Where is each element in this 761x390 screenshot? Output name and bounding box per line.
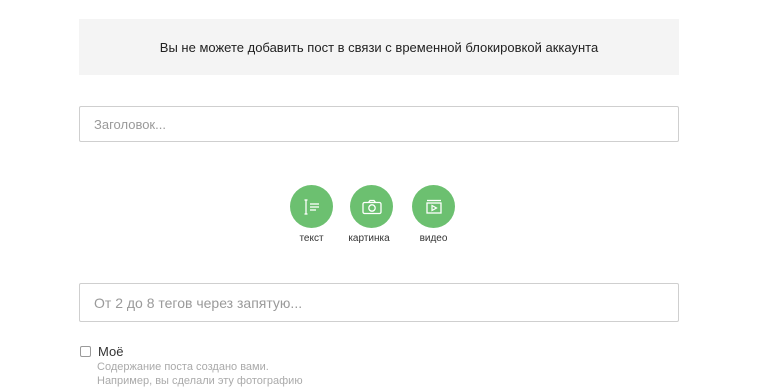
post-type-text-circle[interactable] bbox=[290, 185, 333, 228]
post-type-video-label: видео bbox=[419, 233, 448, 244]
video-icon bbox=[425, 199, 442, 214]
blocked-notice-text: Вы не можете добавить пост в связи с вре… bbox=[159, 39, 599, 55]
mine-checkbox[interactable] bbox=[80, 346, 91, 357]
post-type-picture-circle[interactable] bbox=[350, 185, 393, 228]
title-input[interactable] bbox=[79, 106, 679, 142]
tags-input[interactable] bbox=[79, 283, 679, 322]
mine-hint-line2: Например, вы сделали эту фотографию bbox=[97, 375, 303, 387]
post-editor: Вы не можете добавить пост в связи с вре… bbox=[0, 0, 761, 390]
mine-hint-line1: Содержание поста создано вами. bbox=[97, 361, 269, 373]
post-type-picture-label: картинка bbox=[348, 233, 390, 244]
text-icon bbox=[304, 198, 319, 215]
post-type-text-label: текст bbox=[299, 233, 324, 244]
mine-checkbox-label[interactable]: Моё bbox=[98, 344, 123, 359]
post-type-video-button[interactable]: видео bbox=[412, 185, 455, 244]
camera-icon bbox=[361, 199, 382, 214]
post-type-text-button[interactable]: текст bbox=[290, 185, 333, 244]
mine-checkbox-row[interactable]: Моё bbox=[80, 344, 123, 359]
post-type-picture-button[interactable]: картинка bbox=[345, 185, 393, 244]
blocked-notice: Вы не можете добавить пост в связи с вре… bbox=[79, 19, 679, 75]
post-type-video-circle[interactable] bbox=[412, 185, 455, 228]
